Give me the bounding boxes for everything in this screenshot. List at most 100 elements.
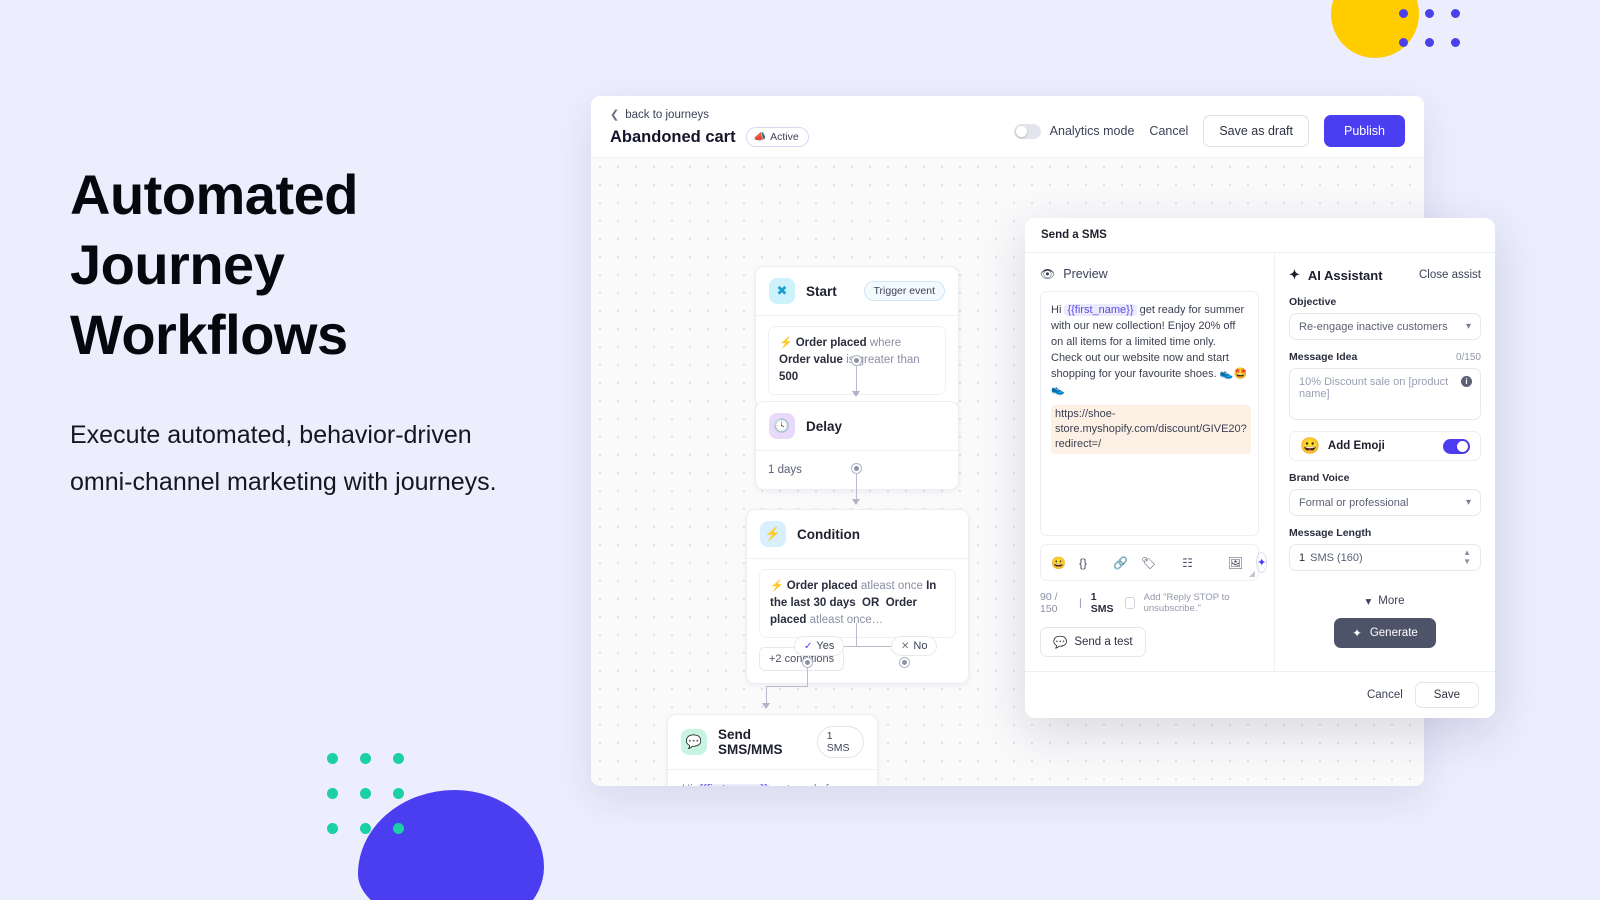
modal-save-button[interactable]: Save [1414, 682, 1479, 708]
modal-cancel-button[interactable]: Cancel [1367, 689, 1403, 701]
check-icon: ✓ [804, 640, 813, 652]
node-start-title: Start [806, 283, 837, 299]
node-delay-value: 1 days [768, 464, 802, 476]
add-emoji-label: Add Emoji [1327, 440, 1385, 452]
message-idea-textarea[interactable]: 10% Discount sale on [product name] i [1289, 368, 1481, 420]
save-as-draft-button[interactable]: Save as draft [1203, 115, 1309, 147]
variable-chip: {{first_name}} [696, 784, 772, 786]
node-delay[interactable]: 🕓 Delay 1 days [755, 401, 959, 490]
message-length-value: 1 [1299, 551, 1306, 564]
message-idea-field: Message Idea 0/150 10% Discount sale on … [1289, 351, 1481, 420]
resize-grip-icon[interactable]: ◢ [1249, 569, 1255, 578]
node-condition[interactable]: ⚡ Condition ⚡ Order placed atleast once I… [746, 509, 969, 684]
chat-bubble-icon: 💬 [1053, 637, 1068, 649]
status-badge: 📣 Active [745, 127, 809, 147]
branch-no-label[interactable]: ✕ No [891, 636, 938, 656]
brand-voice-value: Formal or professional [1299, 496, 1409, 509]
template-icon[interactable]: ☷ [1182, 557, 1193, 569]
send-a-test-label: Send a test [1074, 636, 1133, 648]
chevron-up-icon[interactable]: ▲ [1463, 549, 1471, 557]
analytics-mode-toggle-group[interactable]: Analytics mode [1013, 123, 1135, 139]
info-icon[interactable]: i [1461, 376, 1472, 387]
variable-braces-icon[interactable]: {} [1079, 557, 1087, 569]
send-sms-modal: Send a SMS 👁 Preview Hi {{first_name}} g… [1025, 218, 1495, 718]
page-root: Automated Journey Workflows Execute auto… [0, 0, 1600, 900]
ai-assistant-pane: ✦ AI Assistant Close assist Objective Re… [1275, 253, 1495, 671]
connector-arrow [852, 499, 860, 505]
back-to-journeys-link[interactable]: ❮ back to journeys [610, 109, 809, 121]
sms-editor-toolbar: 😀 {} 🔗 🏷 ☷ 🖼 ✦ ◢ [1040, 544, 1268, 581]
node-condition-title: Condition [797, 526, 860, 542]
objective-value: Re-engage inactive customers [1299, 320, 1448, 333]
app-topbar: ❮ back to journeys Abandoned cart 📣 Acti… [591, 96, 1424, 158]
connector-line [766, 686, 767, 704]
emoji-icon[interactable]: 😀 [1051, 557, 1066, 569]
chevron-down-icon[interactable]: ▼ [1463, 558, 1471, 566]
ai-sparkle-icon[interactable]: ✦ [1256, 552, 1268, 573]
connector-line [856, 366, 857, 392]
message-idea-placeholder: 10% Discount sale on [product name] [1299, 376, 1449, 400]
close-assist-button[interactable]: Close assist [1419, 269, 1481, 281]
sms-message-editor[interactable]: Hi {{first_name}} get ready for summer w… [1040, 291, 1259, 536]
cursor-click-icon: ✖ [769, 278, 795, 304]
close-icon: ✕ [901, 640, 910, 652]
node-start[interactable]: ✖ Start Trigger event ⚡ Order placed wher… [755, 266, 959, 408]
objective-select[interactable]: Re-engage inactive customers ▾ [1289, 313, 1481, 340]
more-options-toggle[interactable]: ▾ More [1289, 594, 1481, 608]
add-emoji-toggle[interactable] [1443, 438, 1470, 454]
preview-label: Preview [1063, 267, 1108, 281]
eye-icon: 👁 [1040, 267, 1056, 281]
top-right-dot-grid [1399, 9, 1477, 67]
message-length-suffix: SMS (160) [1310, 551, 1363, 564]
generate-button[interactable]: ✦ Generate [1334, 618, 1436, 648]
brand-voice-select[interactable]: Formal or professional ▾ [1289, 489, 1481, 516]
chevron-down-icon: ▾ [1365, 596, 1372, 608]
image-icon[interactable]: 🖼 [1228, 557, 1243, 569]
send-a-test-button[interactable]: 💬 Send a test [1040, 627, 1146, 657]
message-length-input[interactable]: 1 SMS (160) ▲ ▼ [1289, 544, 1481, 571]
node-start-condition-text: Order placed where Order value is greate… [779, 337, 920, 383]
clock-icon: 🕓 [769, 413, 795, 439]
hero-copy: Automated Journey Workflows Execute auto… [70, 160, 540, 506]
connector-line [856, 474, 857, 500]
node-condition-expression: ⚡ Order placed atleast once In the last 3… [759, 569, 956, 638]
message-length-stepper[interactable]: ▲ ▼ [1463, 549, 1471, 566]
connector-arrow [762, 703, 770, 709]
discount-tag-icon[interactable]: 🏷 [1141, 557, 1156, 569]
chevron-down-icon: ▾ [1465, 321, 1471, 332]
generate-label: Generate [1369, 627, 1418, 639]
brand-voice-field: Brand Voice Formal or professional ▾ [1289, 472, 1481, 516]
link-icon[interactable]: 🔗 [1113, 557, 1128, 569]
node-send-sms-pill: 1 SMS [816, 726, 864, 758]
connector-line [766, 686, 808, 687]
connector-knot [851, 355, 862, 366]
sms-counter-row: 90 / 150 | 1 SMS Add "Reply STOP to unsu… [1040, 591, 1259, 615]
journey-title: Abandoned cart [610, 127, 736, 146]
brand-voice-label: Brand Voice [1289, 472, 1350, 484]
page-title: Automated Journey Workflows [70, 163, 358, 366]
bolt-icon: ⚡ [770, 580, 784, 592]
branch-no-knot [899, 657, 910, 668]
sms-editor-pane: 👁 Preview Hi {{first_name}} get ready fo… [1025, 253, 1275, 671]
branch-yes-knot [802, 657, 813, 668]
node-send-sms[interactable]: 💬 Send SMS/MMS 1 SMS Hi {{first_name}} g… [667, 714, 878, 786]
chevron-left-icon: ❮ [610, 108, 620, 121]
connector-line [807, 668, 808, 686]
objective-field: Objective Re-engage inactive customers ▾ [1289, 296, 1481, 340]
node-start-pill: Trigger event [863, 281, 945, 301]
cancel-button[interactable]: Cancel [1149, 124, 1188, 138]
megaphone-icon: 📣 [753, 131, 767, 143]
character-counter: 90 / 150 [1040, 591, 1058, 615]
node-condition-text: Order placed atleast once In the last 30… [770, 580, 937, 626]
analytics-mode-toggle[interactable] [1013, 123, 1041, 139]
unsubscribe-checkbox[interactable] [1124, 597, 1135, 609]
sms-discount-url: https://shoe-store.myshopify.com/discoun… [1051, 405, 1251, 454]
node-send-sms-preview: Hi {{first_name}} get ready for summer w… [680, 780, 865, 786]
emoji-icon: 😀 [1300, 438, 1320, 455]
variable-chip: {{first_name}} [1064, 304, 1137, 316]
bottom-left-dot-grid [327, 753, 426, 858]
branch-yes-label[interactable]: ✓ Yes [794, 636, 845, 656]
publish-button[interactable]: Publish [1324, 115, 1405, 147]
analytics-mode-label: Analytics mode [1049, 124, 1135, 138]
modal-title: Send a SMS [1041, 229, 1107, 241]
